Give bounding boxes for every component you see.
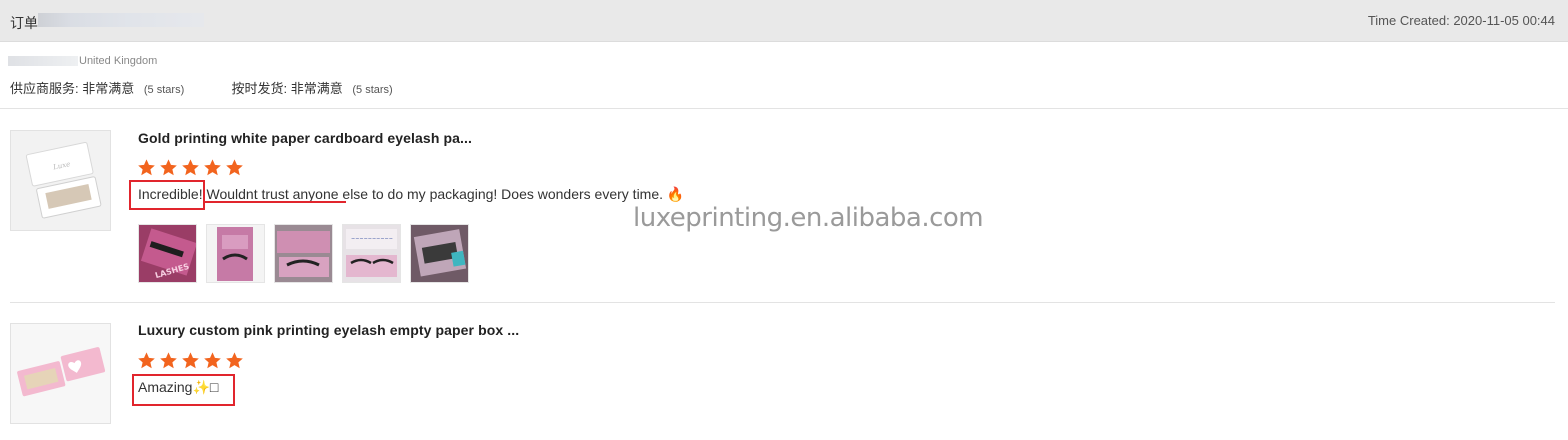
product-title[interactable]: Gold printing white paper cardboard eyel… [138, 130, 472, 146]
star-icon [159, 351, 178, 375]
highlight-box [132, 374, 235, 406]
review-photo[interactable] [274, 224, 333, 283]
svg-text:~~~~~~~~~~: ~~~~~~~~~~ [351, 236, 393, 242]
time-created: Time Created: 2020-11-05 00:44 [1367, 13, 1555, 28]
supplier-service-label: 供应商服务: [10, 81, 79, 96]
store-ratings: 供应商服务: 非常满意 (5 stars) 按时发货: 非常满意 (5 star… [10, 78, 393, 97]
divider [0, 108, 1568, 109]
review-stars [137, 351, 244, 375]
star-icon [203, 158, 222, 182]
star-icon [225, 351, 244, 375]
on-time-shipment-value: 非常满意 [290, 81, 343, 96]
highlight-box [129, 180, 205, 210]
order-label: 订单 [10, 15, 38, 31]
watermark: luxeprinting.en.alibaba.com [633, 203, 984, 233]
star-icon [225, 158, 244, 182]
buyer-name-redacted [8, 56, 78, 66]
star-icon [137, 351, 156, 375]
star-icon [203, 351, 222, 375]
on-time-shipment-stars: (5 stars) [352, 84, 393, 96]
supplier-service-stars: (5 stars) [143, 84, 185, 96]
review-photo[interactable]: ~~~~~~~~~~ [342, 224, 401, 283]
review-media: LASHES ~~~~~~~~~~ [138, 224, 469, 283]
buyer-country: United Kingdom [79, 55, 158, 67]
highlight-underline [205, 201, 346, 203]
star-icon [181, 351, 200, 375]
star-icon [159, 158, 178, 182]
star-icon [137, 158, 156, 182]
order-header: 订单 Time Created: 2020-11-05 00:44 [0, 0, 1568, 42]
on-time-shipment-label: 按时发货: [231, 81, 288, 96]
order-number-redacted [38, 13, 204, 27]
review-photo[interactable]: LASHES [138, 224, 197, 283]
product-title[interactable]: Luxury custom pink printing eyelash empt… [138, 322, 519, 338]
review-stars [137, 158, 244, 182]
supplier-service-value: 非常满意 [82, 81, 135, 96]
star-icon [181, 158, 200, 182]
divider [10, 302, 1555, 303]
product-thumbnail[interactable] [10, 323, 111, 424]
review-photo[interactable] [206, 224, 265, 283]
review-photo[interactable] [410, 224, 469, 283]
product-thumbnail[interactable]: Luxe [10, 130, 111, 231]
